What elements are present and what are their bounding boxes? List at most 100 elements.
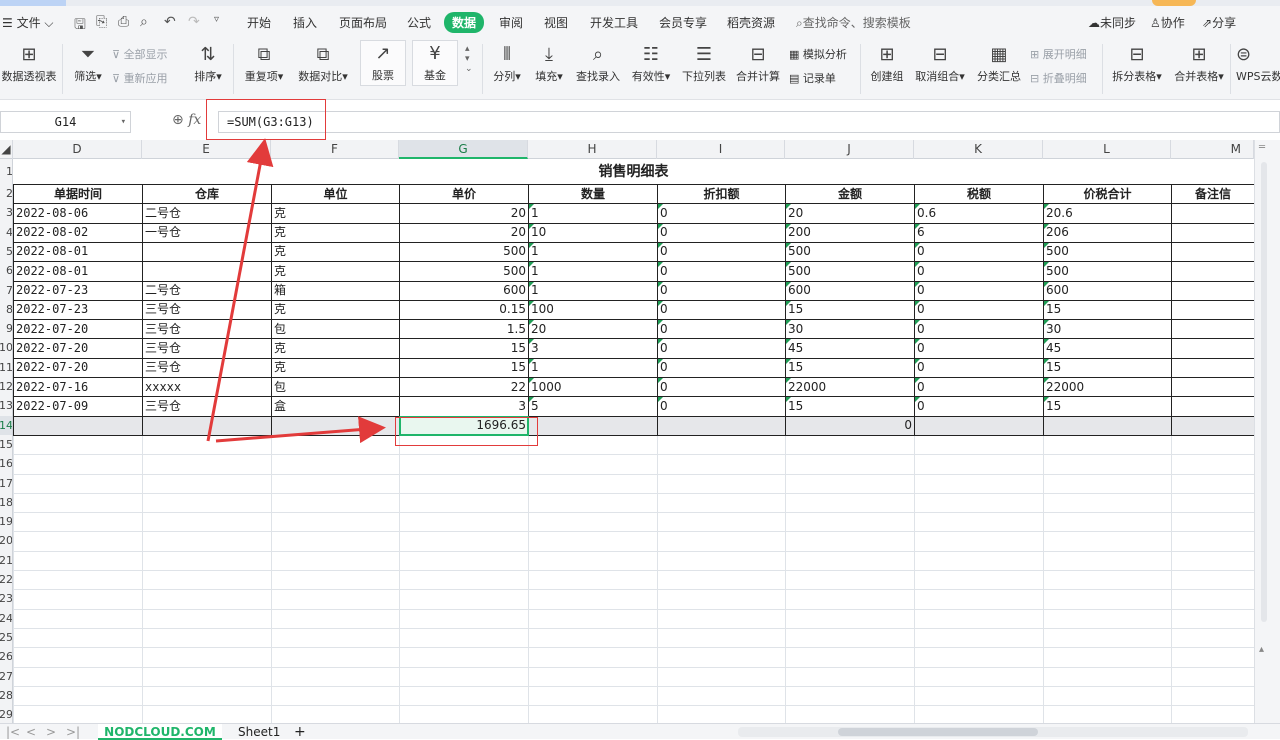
find-entry-button[interactable]: ⌕ 查找录入 — [574, 42, 622, 84]
table-cell[interactable]: 2022-07-20 — [14, 320, 142, 339]
table-cell[interactable]: 2022-08-06 — [14, 204, 142, 223]
row-header[interactable]: 15 — [0, 435, 12, 454]
row-header[interactable]: 8 — [0, 300, 12, 319]
table-cell[interactable]: 克 — [272, 262, 399, 281]
table-cell[interactable]: 0 — [658, 397, 785, 416]
table-cell[interactable]: 22 — [400, 378, 528, 397]
column-title-cell[interactable]: 金额 — [786, 185, 914, 204]
table-cell[interactable]: 2022-07-23 — [14, 300, 142, 319]
table-cell[interactable]: 15 — [786, 397, 914, 416]
sheet-title-cell[interactable]: 销售明细表 — [13, 159, 1254, 184]
column-title-cell[interactable]: 单价 — [400, 185, 528, 204]
table-cell[interactable]: 0 — [915, 300, 1043, 319]
table-cell[interactable]: 0.15 — [400, 300, 528, 319]
tab-data[interactable]: 数据 — [444, 12, 485, 33]
table-cell[interactable]: 克 — [272, 223, 399, 242]
table-cell[interactable]: 一号仓 — [143, 223, 271, 242]
scroll-thumb[interactable] — [1261, 162, 1267, 622]
gallery-scroll-icon[interactable]: ▴ ▾ ⌄ — [465, 44, 473, 74]
table-cell[interactable]: 600 — [786, 281, 914, 300]
table-cell[interactable]: 500 — [786, 242, 914, 261]
table-cell[interactable]: 22000 — [1044, 378, 1171, 397]
row-header[interactable]: 9 — [0, 319, 12, 338]
sheet-tab-active[interactable]: NODCLOUD.COM — [98, 724, 222, 740]
row-header[interactable]: 6 — [0, 261, 12, 280]
table-cell[interactable]: 0 — [658, 320, 785, 339]
table-cell[interactable]: 三号仓 — [143, 358, 271, 377]
tab-docer[interactable]: 稻壳资源 — [727, 14, 775, 31]
zoom-icon[interactable]: ⊕ — [172, 112, 184, 128]
column-title-cell[interactable]: 数量 — [529, 185, 657, 204]
table-cell[interactable]: 三号仓 — [143, 397, 271, 416]
split-column-button[interactable]: ⫴ 分列▾ — [488, 42, 526, 84]
fill-button[interactable]: ⤓ 填充▾ — [530, 42, 568, 84]
tab-insert[interactable]: 插入 — [293, 14, 317, 31]
table-cell[interactable]: 克 — [272, 358, 399, 377]
select-all-corner[interactable]: ◢ — [0, 140, 13, 159]
column-header-d[interactable]: D — [13, 140, 142, 159]
command-search[interactable]: ⌕查找命令、搜索模板 — [796, 14, 911, 31]
table-cell[interactable]: 三号仓 — [143, 300, 271, 319]
table-cell[interactable]: 100 — [529, 300, 657, 319]
pivot-table-button[interactable]: ⊞ 数据透视表 — [0, 42, 58, 84]
table-cell[interactable]: 2022-08-02 — [14, 223, 142, 242]
row-header[interactable]: 5 — [0, 242, 12, 261]
merge-calc-button[interactable]: ⊟ 合并计算 — [734, 42, 782, 84]
table-cell[interactable]: 3 — [400, 397, 528, 416]
simulate-button[interactable]: ▦ 模拟分析 — [789, 46, 847, 62]
table-cell[interactable]: 0 — [658, 262, 785, 281]
table-cell[interactable]: 15 — [1044, 358, 1171, 377]
table-cell[interactable]: 0.6 — [915, 204, 1043, 223]
filter-button[interactable]: ⏷ 筛选▾ — [68, 42, 108, 84]
row-header[interactable]: 10 — [0, 338, 12, 357]
row-header[interactable]: 24 — [0, 609, 12, 628]
row-header[interactable]: 27 — [0, 667, 12, 686]
formula-input[interactable]: =SUM(G3:G13) — [218, 111, 1280, 133]
table-cell[interactable]: 600 — [400, 281, 528, 300]
column-header-g[interactable]: G — [399, 140, 528, 159]
table-cell[interactable]: 0 — [915, 378, 1043, 397]
table-cell[interactable]: 2022-07-23 — [14, 281, 142, 300]
table-cell[interactable]: 22000 — [786, 378, 914, 397]
export-pdf-icon[interactable]: ⎘ — [96, 14, 107, 30]
sum-cell-j[interactable]: 0 — [786, 416, 914, 435]
expand-detail-button[interactable]: ⊞ 展开明细 — [1030, 46, 1087, 62]
row-header[interactable]: 18 — [0, 493, 12, 512]
show-all-button[interactable]: ⊽ 全部显示 — [112, 46, 168, 62]
horizontal-scroll-thumb[interactable] — [838, 728, 1038, 736]
table-cell[interactable]: xxxxx — [143, 378, 271, 397]
table-cell[interactable]: 盒 — [272, 397, 399, 416]
table-cell[interactable]: 三号仓 — [143, 339, 271, 358]
sheet-tab-sheet1[interactable]: Sheet1 — [238, 724, 280, 740]
column-header-m[interactable]: M — [1171, 140, 1254, 159]
table-cell[interactable]: 5 — [529, 397, 657, 416]
column-title-cell[interactable]: 单位 — [272, 185, 399, 204]
table-cell[interactable]: 500 — [400, 262, 528, 281]
table-cell[interactable]: 0 — [915, 281, 1043, 300]
table-cell[interactable]: 0 — [915, 242, 1043, 261]
row-header[interactable]: 25 — [0, 628, 12, 647]
table-cell[interactable]: 0 — [658, 242, 785, 261]
table-cell[interactable] — [143, 262, 271, 281]
subtotal-button[interactable]: ▦ 分类汇总 — [974, 42, 1024, 84]
column-header-f[interactable]: F — [271, 140, 399, 159]
table-cell[interactable]: 500 — [1044, 242, 1171, 261]
tab-home[interactable]: 开始 — [247, 14, 271, 31]
table-cell[interactable]: 500 — [1044, 262, 1171, 281]
table-cell[interactable]: 2022-07-16 — [14, 378, 142, 397]
row-header[interactable]: 23 — [0, 589, 12, 608]
sync-status[interactable]: ☁未同步 — [1088, 14, 1136, 31]
tab-developer[interactable]: 开发工具 — [590, 14, 638, 31]
table-cell[interactable]: 克 — [272, 300, 399, 319]
table-cell[interactable]: 箱 — [272, 281, 399, 300]
table-cell[interactable]: 二号仓 — [143, 204, 271, 223]
table-cell[interactable]: 0 — [658, 223, 785, 242]
record-button[interactable]: ▤ 记录单 — [789, 70, 836, 86]
column-header-h[interactable]: H — [528, 140, 657, 159]
table-cell[interactable]: 1000 — [529, 378, 657, 397]
row-header[interactable]: 4 — [0, 223, 12, 242]
table-cell[interactable]: 500 — [786, 262, 914, 281]
table-cell[interactable]: 45 — [786, 339, 914, 358]
table-cell[interactable]: 0 — [915, 320, 1043, 339]
tab-page-layout[interactable]: 页面布局 — [339, 14, 387, 31]
